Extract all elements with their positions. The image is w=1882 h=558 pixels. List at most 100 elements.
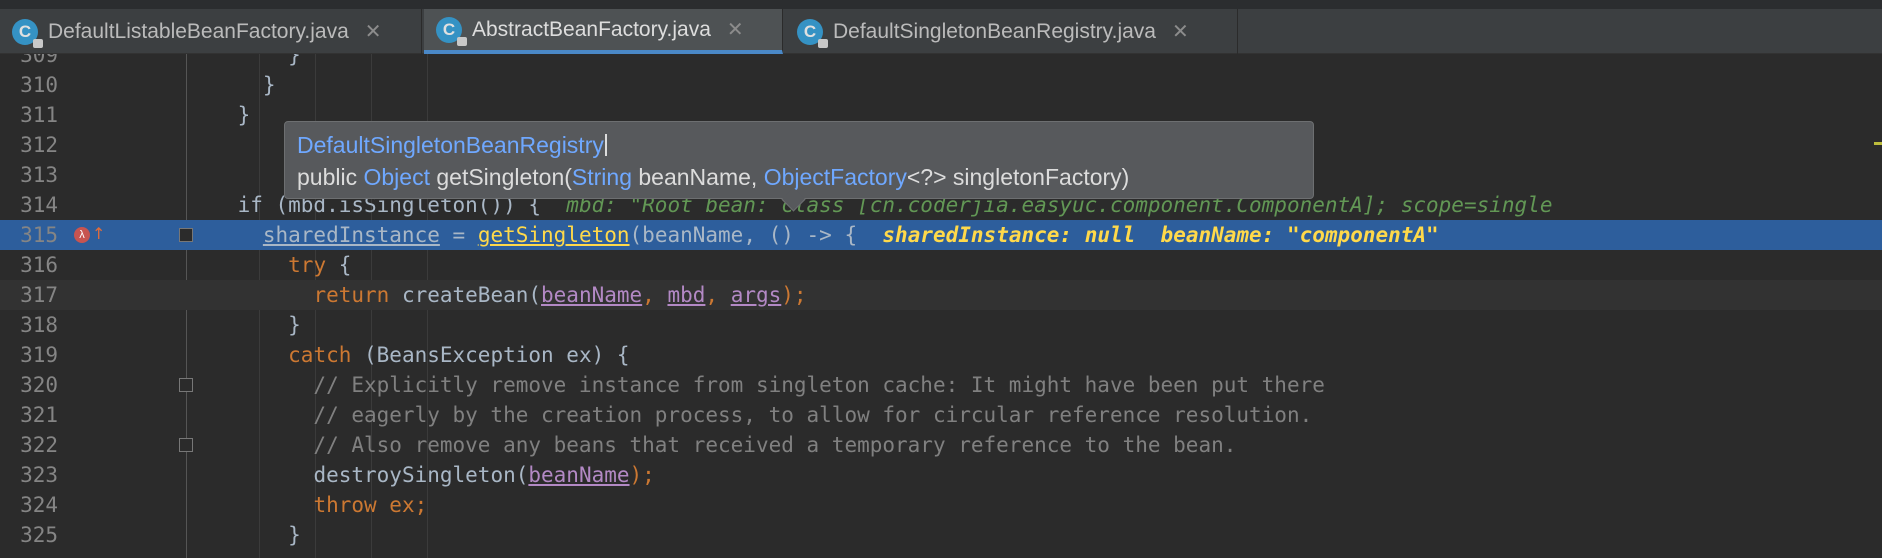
text-cursor bbox=[604, 134, 607, 156]
code-line: 318 } bbox=[0, 310, 1882, 340]
line-number: 312 bbox=[20, 133, 58, 157]
java-class-icon: C bbox=[797, 18, 828, 48]
line-code: } bbox=[187, 313, 301, 337]
java-class-icon: C bbox=[12, 18, 43, 48]
editor-tab-bar: C DefaultListableBeanFactory.java ✕ C Ab… bbox=[0, 0, 1882, 54]
code-text: ex; bbox=[376, 493, 428, 517]
sig-text: <?> singletonFactory) bbox=[906, 164, 1130, 190]
line-number: 316 bbox=[20, 253, 58, 277]
line-code: try { bbox=[187, 250, 351, 280]
code-text: (BeansException ex) { bbox=[351, 343, 630, 367]
code-line-caret: 317 return createBean(beanName, mbd, arg… bbox=[0, 280, 1882, 310]
breakpoint-icon[interactable]: λ bbox=[74, 227, 90, 243]
line-code: } bbox=[187, 54, 301, 67]
code-text: createBean( bbox=[389, 283, 542, 307]
method-get-singleton[interactable]: getSingleton bbox=[478, 223, 630, 247]
sig-text: getSingleton( bbox=[429, 164, 572, 190]
separator: , bbox=[642, 283, 668, 307]
code-text: ); bbox=[629, 463, 655, 487]
lock-icon bbox=[457, 36, 467, 46]
param-mbd[interactable]: mbd bbox=[667, 283, 705, 307]
code-line: 320 // Explicitly remove instance from s… bbox=[0, 370, 1882, 400]
tooltip-title[interactable]: DefaultSingletonBeanRegistry bbox=[297, 132, 604, 158]
keyword: try bbox=[288, 253, 327, 277]
sig-text: beanName, bbox=[632, 164, 764, 190]
line-number: 320 bbox=[20, 373, 58, 397]
line-comment: // Also remove any beans that received a… bbox=[187, 433, 1237, 457]
line-number: 321 bbox=[20, 403, 58, 427]
method-signature-tooltip[interactable]: DefaultSingletonBeanRegistry public Obje… bbox=[284, 121, 1314, 212]
line-code: } bbox=[187, 103, 251, 127]
line-number: 309 bbox=[20, 54, 58, 67]
tab-default-listable-bean-factory[interactable]: C DefaultListableBeanFactory.java ✕ bbox=[0, 9, 422, 54]
sig-type-link[interactable]: String bbox=[572, 164, 632, 190]
param-bean-name[interactable]: beanName bbox=[541, 283, 642, 307]
code-text: (beanName, () -> { bbox=[629, 223, 883, 247]
line-number: 324 bbox=[20, 493, 58, 517]
code-line: 309 } bbox=[0, 54, 1882, 70]
line-code: throw ex; bbox=[187, 490, 427, 520]
line-number: 314 bbox=[20, 193, 58, 217]
line-number: 313 bbox=[20, 163, 58, 187]
lock-icon bbox=[818, 38, 828, 48]
code-text: ); bbox=[781, 283, 807, 307]
param-args[interactable]: args bbox=[731, 283, 782, 307]
tab-label: DefaultSingletonBeanRegistry.java bbox=[833, 19, 1156, 43]
line-number: 322 bbox=[20, 433, 58, 457]
close-icon[interactable]: ✕ bbox=[727, 17, 744, 42]
code-line: 310 } bbox=[0, 70, 1882, 100]
java-class-icon: C bbox=[436, 16, 467, 46]
code-line: 322 // Also remove any beans that receiv… bbox=[0, 430, 1882, 460]
line-number: 310 bbox=[20, 73, 58, 97]
code-line: 325 } bbox=[0, 520, 1882, 550]
tab-label: DefaultListableBeanFactory.java bbox=[48, 19, 349, 43]
line-code: return createBean(beanName, mbd, args); bbox=[187, 280, 807, 310]
line-number: 315 bbox=[20, 223, 58, 247]
code-text: = bbox=[439, 223, 478, 247]
line-code: destroySingleton(beanName); bbox=[187, 460, 655, 490]
debug-inline-value: sharedInstance: null beanName: "componen… bbox=[882, 223, 1439, 247]
line-code: catch (BeansException ex) { bbox=[187, 340, 630, 370]
tooltip-signature: public Object getSingleton(String beanNa… bbox=[297, 164, 1129, 191]
line-comment: // Explicitly remove instance from singl… bbox=[187, 373, 1325, 397]
param-bean-name[interactable]: beanName bbox=[528, 463, 629, 487]
code-line: 316 try { bbox=[0, 250, 1882, 280]
code-text: { bbox=[326, 253, 352, 277]
keyword: return bbox=[313, 283, 390, 307]
code-line: 323 destroySingleton(beanName); bbox=[0, 460, 1882, 490]
line-code: } bbox=[187, 73, 276, 97]
keyword: throw bbox=[313, 493, 377, 517]
tab-abstract-bean-factory[interactable]: C AbstractBeanFactory.java ✕ bbox=[424, 9, 783, 54]
code-line: 324 throw ex; bbox=[0, 490, 1882, 520]
line-number: 318 bbox=[20, 313, 58, 337]
line-number: 323 bbox=[20, 463, 58, 487]
sig-type-link[interactable]: Object bbox=[363, 164, 429, 190]
code-line: 321 // eagerly by the creation process, … bbox=[0, 400, 1882, 430]
line-number: 317 bbox=[20, 283, 58, 307]
tooltip-class-link[interactable]: DefaultSingletonBeanRegistry bbox=[297, 132, 607, 159]
line-number: 311 bbox=[20, 103, 58, 127]
close-icon[interactable]: ✕ bbox=[365, 19, 382, 44]
tab-default-singleton-bean-registry[interactable]: C DefaultSingletonBeanRegistry.java ✕ bbox=[785, 9, 1238, 54]
separator: , bbox=[705, 283, 731, 307]
code-line-execution-point: 315 λ ↑ sharedInstance = getSingleton(be… bbox=[0, 220, 1882, 250]
sig-text: public bbox=[297, 164, 364, 190]
lock-icon bbox=[33, 38, 43, 48]
code-line: 319 catch (BeansException ex) { bbox=[0, 340, 1882, 370]
step-out-arrow-icon: ↑ bbox=[92, 224, 106, 243]
keyword: catch bbox=[288, 343, 352, 367]
code-text: destroySingleton( bbox=[313, 463, 529, 487]
variable-shared-instance[interactable]: sharedInstance bbox=[263, 223, 440, 247]
line-number: 319 bbox=[20, 343, 58, 367]
line-number: 325 bbox=[20, 523, 58, 547]
line-code: } bbox=[187, 523, 301, 547]
sig-type-link[interactable]: ObjectFactory bbox=[764, 164, 907, 190]
close-icon[interactable]: ✕ bbox=[1172, 19, 1189, 44]
line-comment: // eagerly by the creation process, to a… bbox=[187, 403, 1313, 427]
